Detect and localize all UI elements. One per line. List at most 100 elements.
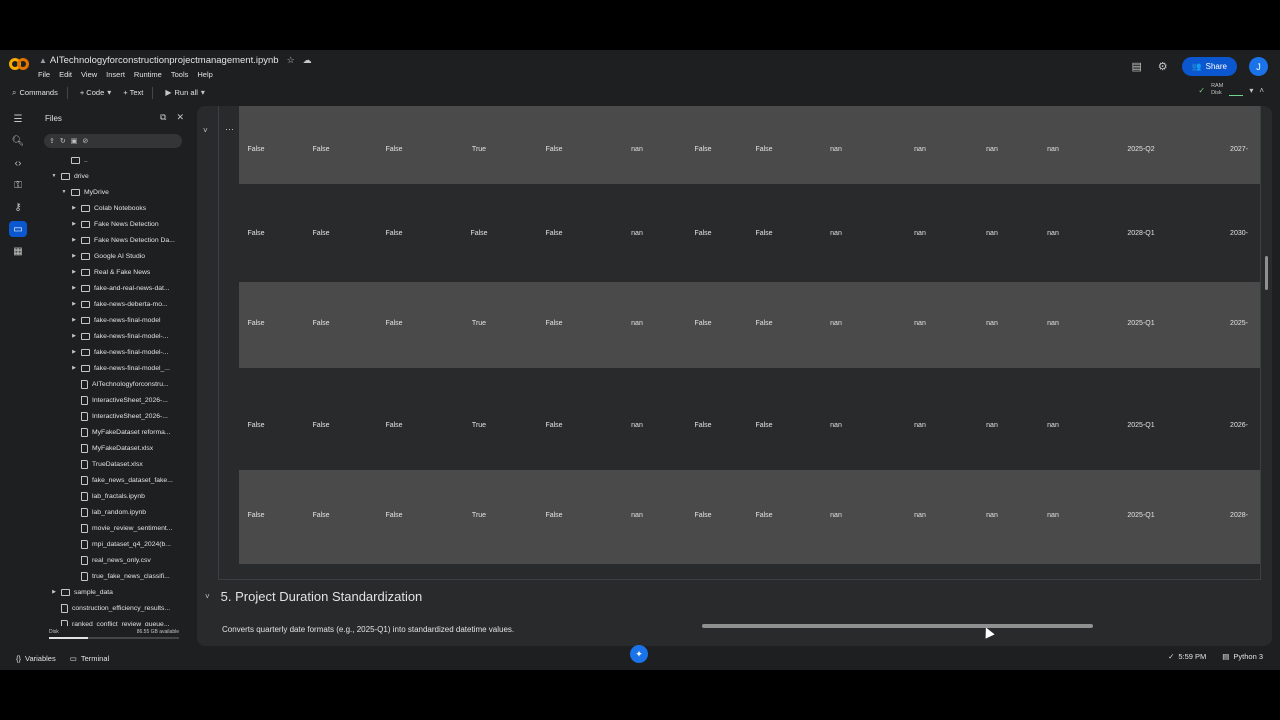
file-item[interactable]: MyFakeDataset.xlsx (78, 440, 153, 456)
folder-item[interactable]: .. (60, 152, 88, 168)
folder-item[interactable]: ▶ Fake News Detection (70, 216, 159, 232)
file-item[interactable]: movie_review_sentiment... (78, 520, 172, 536)
gemini-button[interactable]: ✦ (630, 645, 648, 663)
cloud-icon[interactable]: ☁ (303, 55, 312, 65)
run-all-button[interactable]: ▶ Run all ▾ (165, 88, 205, 97)
vertical-scrollbar[interactable] (1265, 256, 1268, 290)
file-item[interactable]: true_fake_news_classifi... (78, 568, 170, 584)
add-text-button[interactable]: + Text (123, 88, 143, 97)
gear-icon[interactable]: ⚙ (1156, 60, 1170, 74)
folder-item[interactable]: ▶ fake-news-final-model (70, 312, 161, 328)
menu-runtime[interactable]: Runtime (134, 70, 162, 79)
file-item[interactable]: mpi_dataset_q4_2024(b... (78, 536, 171, 552)
folder-item[interactable]: ▶ fake-and-real-news-dat... (70, 280, 170, 296)
folder-item[interactable]: ▶ Fake News Detection Da... (70, 232, 175, 248)
chevron-right-icon[interactable]: ▶ (70, 237, 78, 243)
chevron-down-icon[interactable]: ▾ (201, 88, 205, 97)
folder-item[interactable]: ▶ fake-news-final-model-... (70, 328, 168, 344)
chevron-right-icon[interactable]: ▶ (70, 253, 78, 259)
chevron-right-icon[interactable]: ▶ (70, 301, 78, 307)
chevron-right-icon[interactable]: ▶ (50, 589, 58, 595)
refresh-icon[interactable]: ↻ (60, 137, 66, 145)
menu-edit[interactable]: Edit (59, 70, 72, 79)
avatar[interactable]: J (1249, 57, 1268, 76)
tree-item-label: construction_efficiency_results... (72, 604, 171, 612)
code-snippets-icon[interactable]: ‹› (11, 156, 25, 170)
secrets-icon[interactable]: ⚿ (11, 178, 25, 192)
variables-button[interactable]: {} Variables (16, 654, 56, 663)
share-button[interactable]: 👥 Share (1181, 57, 1237, 76)
chevron-down-icon[interactable]: ▼ (50, 173, 58, 179)
folder-item[interactable]: ▶ sample_data (50, 584, 113, 600)
menu-file[interactable]: File (38, 70, 50, 79)
chevron-down-icon[interactable]: ▾ (1249, 86, 1253, 95)
terminal-button[interactable]: ▭ Terminal (70, 654, 109, 663)
star-icon[interactable]: ☆ (287, 55, 295, 65)
folder-item[interactable]: ▶ fake-news-deberta-mo... (70, 296, 168, 312)
folder-item[interactable]: ▼ drive (50, 168, 89, 184)
file-item[interactable]: ranked_conflict_review_queue... (58, 616, 169, 626)
open-in-new-icon[interactable]: ⧉ (160, 112, 166, 123)
file-item[interactable]: AITechnologyforconstru... (78, 376, 169, 392)
chevron-right-icon[interactable]: ▶ (70, 285, 78, 291)
add-code-button[interactable]: + Code ▾ (80, 88, 111, 97)
chevron-right-icon[interactable]: ▶ (70, 317, 78, 323)
comment-icon[interactable]: ▤ (1130, 60, 1144, 74)
file-item[interactable]: real_news_only.csv (78, 552, 151, 568)
file-tree: .. ▼ drive ▼ MyDrive ▶ Colab Notebooks ▶ Fake Ne… (36, 152, 194, 626)
mount-drive-icon[interactable]: ▣ (71, 137, 78, 145)
chevron-right-icon[interactable]: ▶ (70, 365, 78, 371)
file-item[interactable]: MyFakeDataset reforma... (78, 424, 171, 440)
execution-status[interactable]: ✓ 5:59 PM (1168, 652, 1206, 661)
chevron-down-icon[interactable]: ▾ (107, 88, 111, 97)
folder-item[interactable]: ▶ fake-news-final-model_... (70, 360, 170, 376)
resource-indicator[interactable]: ✓ RAM Disk ▾ ˄ (1198, 83, 1264, 97)
find-icon[interactable]: 🔍︎ (11, 134, 25, 148)
upload-icon[interactable]: ⇪ (49, 137, 55, 145)
chevron-up-icon[interactable]: ˄ (1259, 86, 1264, 95)
folder-icon[interactable]: ▭ (9, 221, 27, 237)
horizontal-scrollbar[interactable] (702, 624, 1093, 628)
file-item[interactable]: fake_news_dataset_fake... (78, 472, 173, 488)
chevron-right-icon[interactable]: ▶ (70, 349, 78, 355)
folder-item[interactable]: ▶ Real & Fake News (70, 264, 150, 280)
file-item[interactable]: construction_efficiency_results... (58, 600, 170, 616)
table-cell: False (247, 230, 265, 237)
folder-item[interactable]: ▶ Colab Notebooks (70, 200, 146, 216)
menu-view[interactable]: View (81, 70, 97, 79)
chevron-down-icon[interactable]: ˅ (205, 592, 210, 601)
file-item[interactable]: TrueDataset.xlsx (78, 456, 143, 472)
file-item[interactable]: lab_random.ipynb (78, 504, 146, 520)
notebook-title[interactable]: AITechnologyforconstructionprojectmanage… (50, 55, 279, 66)
disk-usage-bar (49, 637, 179, 639)
close-icon[interactable]: ✕ (176, 112, 184, 123)
file-item[interactable]: lab_fractals.ipynb (78, 488, 145, 504)
data-table-icon[interactable]: ▦ (11, 244, 25, 258)
table-cell: nan (1047, 230, 1059, 237)
file-item[interactable]: InteractiveSheet_2026-... (78, 392, 168, 408)
kernel-status[interactable]: ▤ Python 3 (1222, 652, 1263, 661)
file-item[interactable]: InteractiveSheet_2026-... (78, 408, 168, 424)
menu-insert[interactable]: Insert (106, 70, 125, 79)
chevron-right-icon[interactable]: ▶ (70, 333, 78, 339)
chevron-right-icon[interactable]: ▶ (70, 269, 78, 275)
key-icon[interactable]: ⚷ (11, 200, 25, 214)
menu-help[interactable]: Help (197, 70, 212, 79)
table-file-icon (81, 555, 88, 565)
collapse-output-icon[interactable]: ˅ (203, 126, 208, 135)
table-of-contents-icon[interactable]: ☰ (11, 112, 25, 126)
folder-item[interactable]: ▶ fake-news-final-model-... (70, 344, 168, 360)
people-icon: 👥 (1191, 62, 1202, 71)
folder-item[interactable]: ▶ Google AI Studio (70, 248, 145, 264)
commands-button[interactable]: ⌕ Commands (12, 88, 58, 98)
colab-logo[interactable] (9, 58, 29, 72)
file-icon (81, 459, 88, 469)
tree-item-label: Fake News Detection Da... (94, 236, 175, 244)
menu-tools[interactable]: Tools (171, 70, 189, 79)
hide-icon[interactable]: ⊘ (82, 137, 88, 145)
chevron-right-icon[interactable]: ▶ (70, 221, 78, 227)
folder-item[interactable]: ▼ MyDrive (60, 184, 109, 200)
chevron-down-icon[interactable]: ▼ (60, 189, 68, 195)
tree-item-label: fake-news-final-model (94, 316, 161, 324)
chevron-right-icon[interactable]: ▶ (70, 205, 78, 211)
